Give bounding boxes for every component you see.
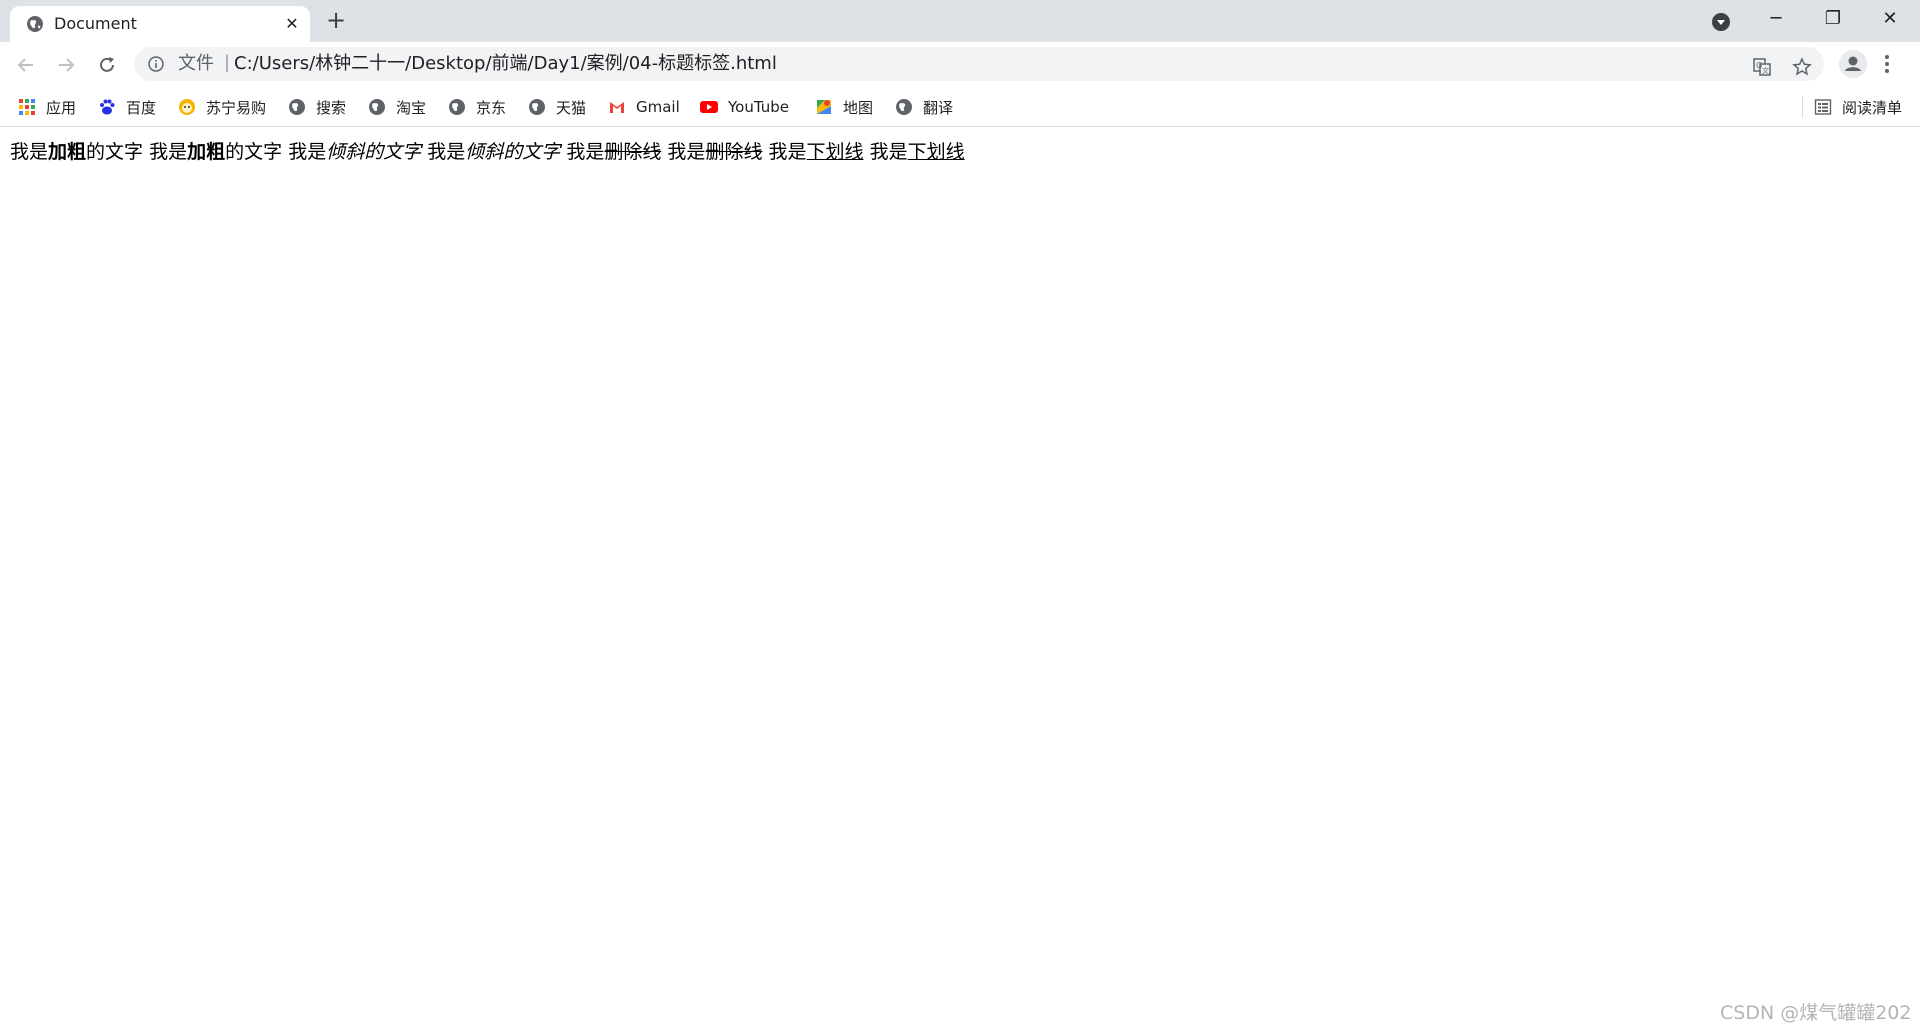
- bookmark-label: 百度: [126, 98, 157, 117]
- svg-text:文: 文: [1762, 66, 1769, 75]
- text-segment: 我是: [427, 141, 466, 163]
- bookmark-search[interactable]: 搜索: [288, 97, 346, 117]
- bold-text: 加粗: [187, 141, 226, 163]
- bookmarks-divider: [1802, 96, 1803, 118]
- globe-icon: [27, 16, 43, 32]
- restore-button[interactable]: ❐: [1810, 6, 1856, 32]
- globe-icon: [369, 99, 385, 115]
- watermark: CSDN @煤气罐罐202: [1720, 1002, 1912, 1024]
- underline-text: 下划线: [907, 141, 965, 163]
- text-segment: 我是: [667, 141, 706, 163]
- toolbar: 文件 | C:/Users/林钟二十一/Desktop/前端/Day1/案例/0…: [0, 42, 1920, 88]
- maps-icon: [817, 100, 831, 114]
- bookmarks-bar: 应用 百度 苏宁易购 搜索 淘宝 京东 天猫 Gmail YouTube 地图 …: [0, 88, 1920, 127]
- bookmark-gmail[interactable]: Gmail: [608, 97, 680, 117]
- page-content: 我是加粗的文字 我是加粗的文字 我是倾斜的文字 我是倾斜的文字 我是删除线 我是…: [10, 140, 965, 164]
- text-segment: 我是: [768, 141, 807, 163]
- bookmark-label: 应用: [46, 98, 77, 117]
- youtube-icon: [700, 101, 718, 113]
- bold-text: 加粗: [48, 141, 87, 163]
- scheme-label: 文件: [178, 53, 214, 74]
- scheme-separator: |: [224, 52, 231, 73]
- text-segment: 我是: [288, 141, 327, 163]
- italic-text: 倾斜的文字: [326, 141, 422, 163]
- globe-icon: [289, 99, 305, 115]
- strikethrough-text: 删除线: [604, 141, 662, 163]
- url-text[interactable]: C:/Users/林钟二十一/Desktop/前端/Day1/案例/04-标题标…: [234, 54, 777, 74]
- bookmark-label: 苏宁易购: [206, 98, 267, 117]
- text-segment: 的文字: [225, 141, 283, 163]
- gmail-icon: [610, 102, 624, 113]
- translate-icon[interactable]: G 文: [1752, 57, 1772, 77]
- window-close-button[interactable]: ✕: [1867, 6, 1913, 32]
- globe-icon: [449, 99, 465, 115]
- minimize-button[interactable]: ─: [1753, 6, 1799, 32]
- address-bar[interactable]: 文件 | C:/Users/林钟二十一/Desktop/前端/Day1/案例/0…: [134, 47, 1824, 81]
- bookmark-tmall[interactable]: 天猫: [528, 97, 586, 117]
- tab-title: Document: [54, 14, 137, 33]
- bookmark-youtube[interactable]: YouTube: [700, 97, 789, 117]
- underline-text: 下划线: [806, 141, 864, 163]
- apps-grid-icon: [19, 99, 35, 115]
- info-icon[interactable]: [148, 56, 164, 72]
- bookmark-label: 翻译: [923, 98, 954, 117]
- bookmark-label: Gmail: [636, 98, 680, 116]
- forward-arrow-icon[interactable]: [54, 53, 78, 77]
- bookmark-jd[interactable]: 京东: [448, 97, 506, 117]
- globe-icon: [896, 99, 912, 115]
- text-segment: 我是: [566, 141, 605, 163]
- bookmark-star-icon[interactable]: [1792, 57, 1812, 77]
- reading-list-icon: [1814, 99, 1832, 115]
- text-segment: 的文字: [86, 141, 144, 163]
- text-segment: 我是: [869, 141, 908, 163]
- italic-text: 倾斜的文字: [465, 141, 561, 163]
- bookmark-baidu[interactable]: 百度: [98, 97, 156, 117]
- menu-dots-icon[interactable]: [1883, 52, 1891, 76]
- bookmark-taobao[interactable]: 淘宝: [368, 97, 426, 117]
- suning-lion-icon: [179, 99, 195, 115]
- profile-avatar[interactable]: [1839, 50, 1867, 78]
- bookmark-label: 搜索: [316, 98, 347, 117]
- bookmark-label: 天猫: [556, 98, 587, 117]
- globe-icon: [529, 99, 545, 115]
- bookmark-translate[interactable]: 翻译: [895, 97, 953, 117]
- bookmark-suning[interactable]: 苏宁易购: [178, 97, 266, 117]
- bookmark-label: YouTube: [728, 98, 789, 116]
- bookmark-apps[interactable]: 应用: [18, 97, 76, 117]
- reading-list-button[interactable]: 阅读清单: [1814, 97, 1902, 117]
- reload-icon[interactable]: [95, 53, 119, 77]
- back-arrow-icon[interactable]: [14, 53, 38, 77]
- bookmark-label: 淘宝: [396, 98, 427, 117]
- strikethrough-text: 删除线: [705, 141, 763, 163]
- tab-strip: Document ✕ + ─ ❐ ✕: [0, 0, 1920, 42]
- text-segment: 我是: [149, 141, 188, 163]
- bookmark-label: 地图: [843, 98, 874, 117]
- new-tab-button[interactable]: +: [324, 8, 348, 33]
- tab-close-button[interactable]: ✕: [282, 14, 302, 34]
- baidu-paw-icon: [100, 99, 115, 115]
- bookmark-maps[interactable]: 地图: [815, 97, 873, 117]
- tab-document[interactable]: Document ✕: [10, 6, 310, 42]
- tab-search-icon[interactable]: [1710, 11, 1732, 33]
- reading-list-label: 阅读清单: [1842, 98, 1903, 117]
- bookmark-label: 京东: [476, 98, 507, 117]
- text-segment: 我是: [10, 141, 49, 163]
- person-icon: [1845, 56, 1861, 71]
